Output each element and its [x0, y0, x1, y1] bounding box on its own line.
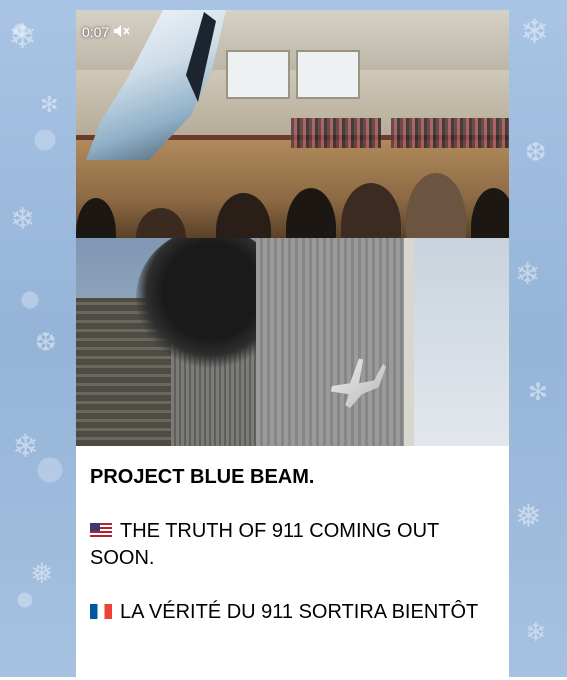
caption-line-fr-text: LA VÉRITÉ DU 911 SORTIRA BIENTÔT	[120, 601, 479, 623]
snowflake-icon: ❆	[35, 328, 57, 358]
caption-title: PROJECT BLUE BEAM.	[90, 466, 315, 488]
snowflake-icon: ❄	[520, 12, 549, 52]
france-flag-icon	[90, 604, 112, 619]
muted-speaker-icon[interactable]	[114, 24, 130, 40]
gym-window	[226, 50, 290, 99]
caption-line-en-text: THE TRUTH OF 911 COMING OUT SOON.	[90, 520, 439, 569]
video-duration-overlay: 0:07	[82, 24, 130, 40]
photo-thumbnail[interactable]	[76, 238, 509, 446]
caption-line-en: THE TRUTH OF 911 COMING OUT SOON.	[90, 518, 495, 572]
snowflake-icon: ✻	[40, 93, 59, 118]
media-album: 0:07	[76, 10, 509, 446]
photo-tower-edge	[404, 238, 414, 446]
gym-window	[296, 50, 360, 99]
snowflake-icon: ❄	[525, 618, 547, 648]
snowflake-icon: ❆	[525, 138, 547, 168]
snowflake-icon: ❄	[515, 257, 541, 292]
snowflake-icon: ❄	[10, 202, 36, 237]
message-caption: PROJECT BLUE BEAM. THE TRUTH OF 911 COMI…	[76, 446, 509, 626]
message-bubble[interactable]: 0:07 PROJECT BLUE BEAM. THE TRUTH OF 911…	[76, 10, 509, 680]
snowflake-icon: ❅	[515, 497, 542, 535]
snowflake-icon: ❄	[12, 427, 39, 465]
photo-right-area	[414, 238, 509, 446]
snowflake-icon: ❄	[8, 17, 37, 57]
caption-line-fr: LA VÉRITÉ DU 911 SORTIRA BIENTÔT	[90, 599, 495, 626]
snowflake-icon: ✻	[528, 378, 549, 406]
crowd	[291, 118, 381, 148]
snowflake-icon: ❅	[30, 557, 54, 590]
crowd	[391, 118, 509, 148]
photo-tower	[256, 238, 406, 446]
us-flag-icon	[90, 523, 112, 538]
video-duration: 0:07	[82, 24, 110, 40]
video-thumbnail[interactable]: 0:07	[76, 10, 509, 238]
